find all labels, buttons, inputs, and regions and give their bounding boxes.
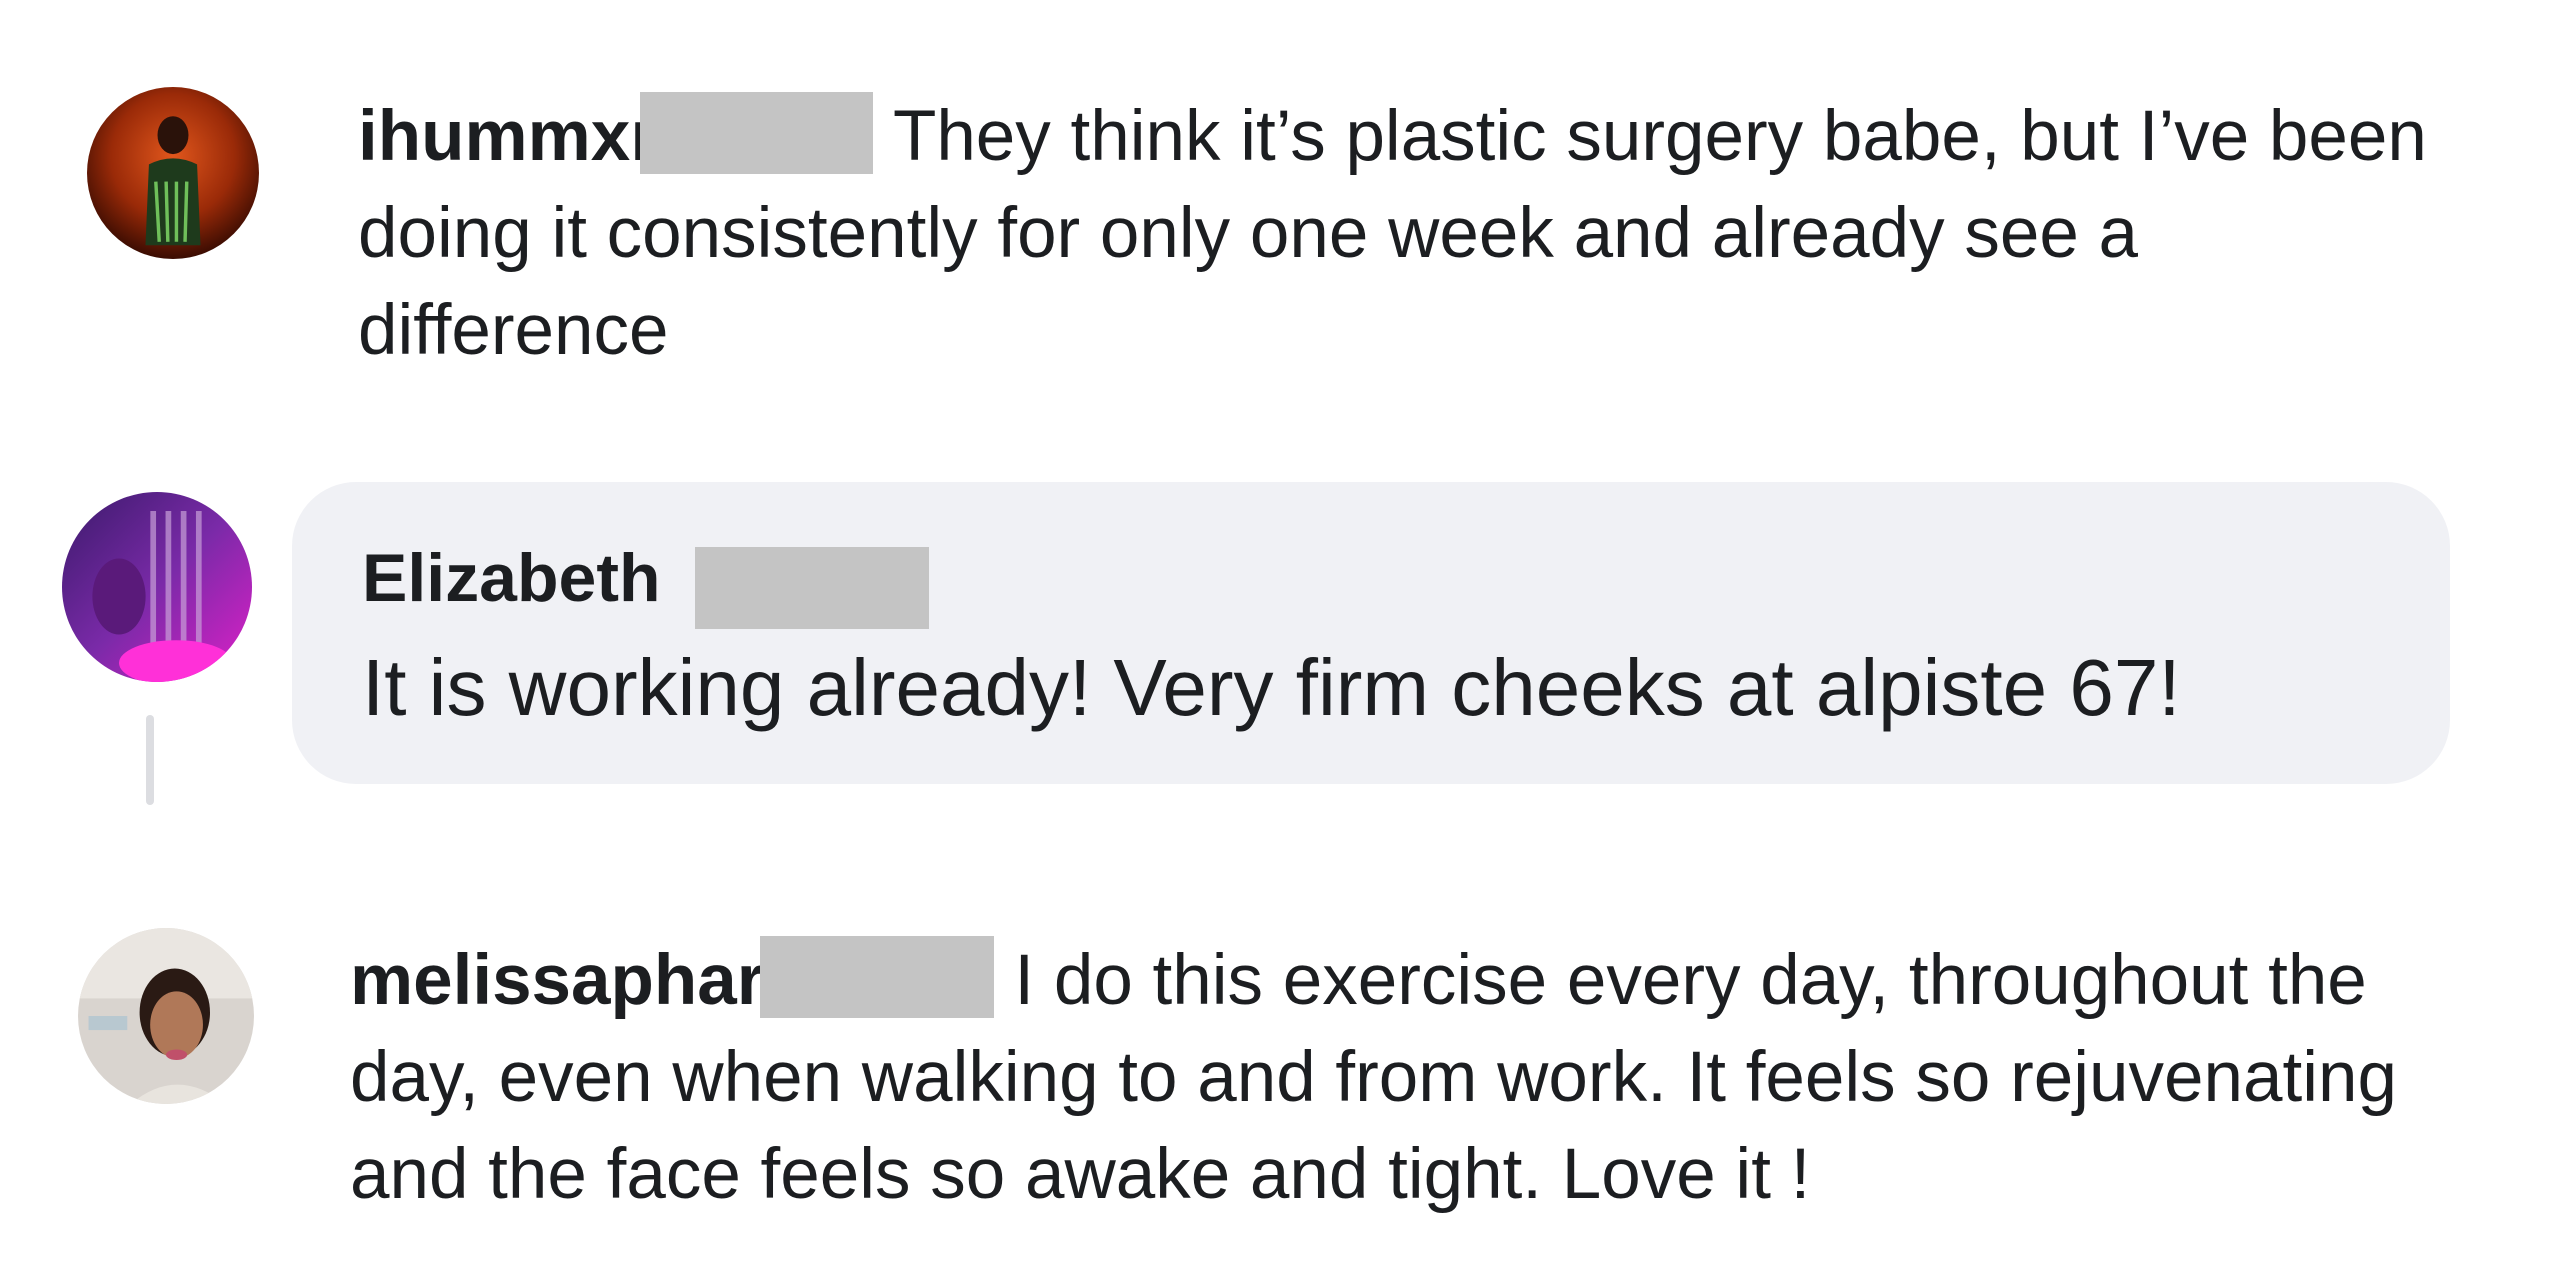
thread-connector-line xyxy=(146,715,154,805)
profile-photo-icon xyxy=(78,928,254,1104)
comment-username[interactable]: melissaphar xyxy=(350,941,764,1020)
comment-username[interactable]: Elizabeth xyxy=(362,538,661,618)
redaction-block xyxy=(695,547,929,629)
comment-body: It is working already! Very firm cheeks … xyxy=(362,643,2181,732)
comment-text: ihummxı They think it’s plastic surgery b… xyxy=(358,88,2458,379)
redaction-block xyxy=(760,936,995,1019)
avatar[interactable] xyxy=(62,492,252,682)
profile-photo-icon xyxy=(62,492,252,682)
comment-text: melissaphar I do this exercise every day,… xyxy=(350,932,2470,1223)
avatar[interactable] xyxy=(78,928,254,1104)
comment-bubble xyxy=(292,482,2450,784)
comment-username[interactable]: ihummxı xyxy=(358,97,650,176)
profile-photo-icon xyxy=(87,87,259,259)
avatar[interactable] xyxy=(87,87,259,259)
redaction-block xyxy=(639,92,873,175)
